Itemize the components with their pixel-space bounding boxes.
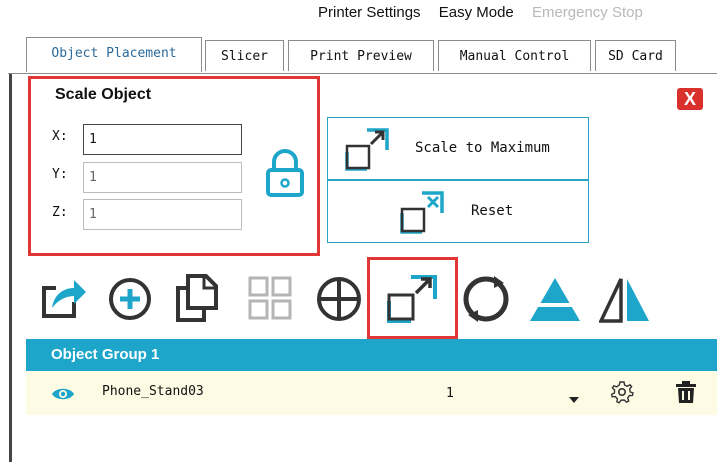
reset-button[interactable]: Reset	[327, 180, 589, 243]
close-icon[interactable]: X	[677, 88, 703, 110]
y-axis-label: Y:	[52, 167, 68, 182]
easy-mode-menu[interactable]: Easy Mode	[439, 4, 514, 21]
import-icon[interactable]	[38, 272, 88, 322]
tab-print-preview[interactable]: Print Preview	[288, 40, 434, 71]
z-axis-label: Z:	[52, 205, 68, 220]
scale-object-title: Scale Object	[55, 86, 152, 103]
tab-underline	[8, 73, 717, 74]
visibility-eye-icon[interactable]	[51, 386, 75, 406]
mirror-icon[interactable]	[599, 275, 651, 323]
tab-slicer[interactable]: Slicer	[205, 40, 284, 71]
scale-icon[interactable]	[385, 273, 439, 325]
printer-settings-menu[interactable]: Printer Settings	[318, 4, 421, 21]
copies-select-value[interactable]: 1	[446, 386, 454, 401]
reset-scale-icon	[398, 189, 446, 239]
tab-object-placement[interactable]: Object Placement	[26, 37, 202, 72]
panel-left-border	[9, 74, 12, 462]
emergency-stop-menu[interactable]: Emergency Stop	[532, 4, 643, 21]
delete-trash-icon[interactable]	[675, 380, 697, 408]
padlock-icon[interactable]	[265, 148, 305, 202]
cut-icon[interactable]	[528, 275, 582, 323]
scale-max-icon	[343, 126, 391, 176]
object-group-header[interactable]: Object Group 1	[26, 339, 717, 371]
reset-label: Reset	[471, 203, 514, 219]
object-group-name: Object Group 1	[51, 346, 160, 363]
center-icon[interactable]	[315, 275, 363, 323]
scale-z-input[interactable]: 1	[83, 199, 242, 230]
copy-icon[interactable]	[174, 272, 220, 324]
object-name: Phone_Stand03	[102, 384, 204, 399]
scale-y-input[interactable]: 1	[83, 162, 242, 193]
x-axis-label: X:	[52, 129, 68, 144]
rotate-icon[interactable]	[460, 273, 512, 325]
chevron-down-icon[interactable]	[569, 389, 579, 408]
grid-arrange-icon[interactable]	[247, 275, 293, 321]
scale-to-maximum-label: Scale to Maximum	[415, 140, 550, 156]
scale-x-input[interactable]: 1	[83, 124, 242, 155]
add-icon[interactable]	[107, 276, 153, 322]
tab-manual-control[interactable]: Manual Control	[438, 40, 591, 71]
scale-to-maximum-button[interactable]: Scale to Maximum	[327, 117, 589, 180]
top-menu: Printer Settings Easy Mode Emergency Sto…	[318, 0, 657, 28]
tab-sd-card[interactable]: SD Card	[595, 40, 676, 71]
settings-gear-icon[interactable]	[610, 380, 634, 408]
